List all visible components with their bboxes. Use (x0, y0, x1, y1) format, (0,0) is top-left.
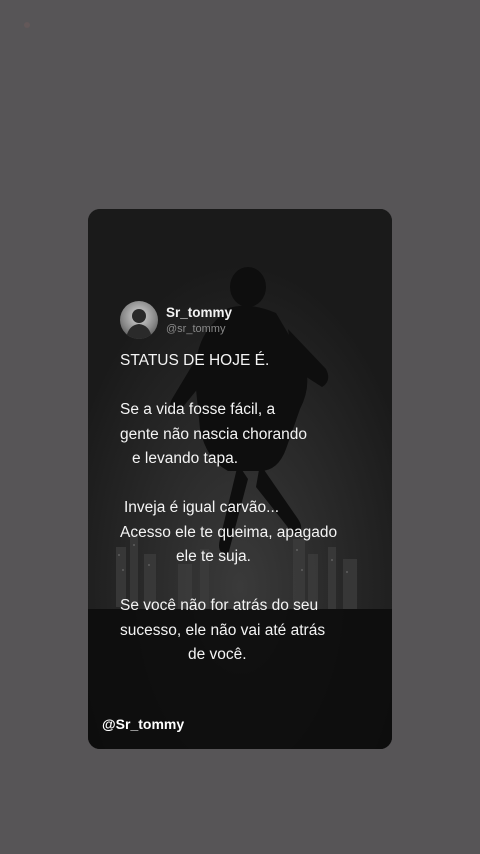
quote-line: Se a vida fosse fácil, a (120, 401, 276, 418)
quote-line: Acesso ele te queima, apagado (120, 523, 338, 541)
display-name: Sr_tommy (166, 304, 233, 320)
quote-card: Sr_tommy @sr_tommy STATUS DE HOJE É. Se … (88, 209, 392, 749)
quote-text: STATUS DE HOJE É. Se a vida fosse fácil,… (120, 349, 337, 668)
corner-dot (24, 22, 30, 28)
quote-line: Se você não for atrás do seu (120, 597, 319, 614)
profile-header: Sr_tommy @sr_tommy (120, 301, 232, 339)
avatar (120, 301, 158, 339)
handle: @sr_tommy (166, 322, 226, 335)
quote-line: ele te suja. (176, 548, 251, 565)
person-silhouette-icon (126, 309, 152, 339)
quote-line: sucesso, ele não vai até atrás (120, 621, 326, 639)
watermark-handle: @Sr_tommy (102, 716, 185, 732)
quote-line: gente não nascia chorando (120, 425, 308, 443)
quote-line: e levando tapa. (132, 450, 239, 467)
quote-line: Inveja é igual carvão... (124, 499, 280, 516)
quote-title: STATUS DE HOJE É. (120, 352, 270, 369)
quote-line: de você. (188, 646, 247, 663)
